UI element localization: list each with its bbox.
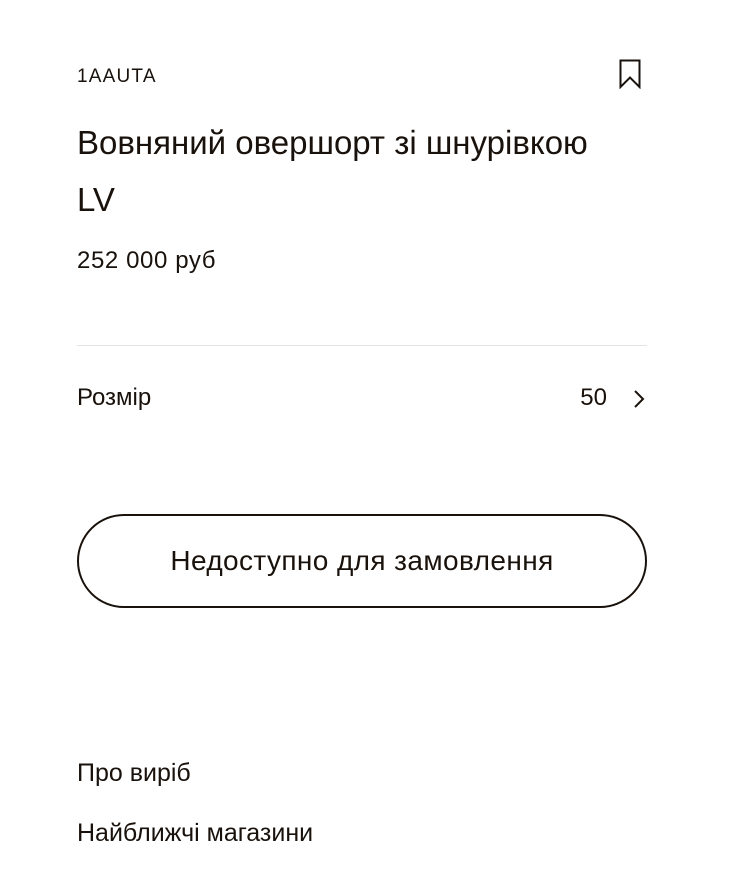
- size-label: Розмір: [77, 384, 152, 411]
- product-title: Вовняний овершорт зі шнурівкою LV: [77, 124, 588, 218]
- chevron-right-icon: [634, 390, 645, 408]
- about-product-link[interactable]: Про виріб: [77, 759, 191, 788]
- unavailable-order-button[interactable]: Недоступно для замовлення: [77, 514, 647, 608]
- bookmark-button[interactable]: [618, 59, 642, 90]
- nearest-stores-link[interactable]: Найближчі магазини: [77, 819, 313, 848]
- product-info-panel: 1AAUTA Вовняний овершорт зі шнурівкою LV…: [77, 0, 647, 890]
- product-sku: 1AAUTA: [77, 66, 157, 87]
- size-selector[interactable]: Розмір 50: [77, 372, 647, 426]
- divider: [77, 345, 647, 346]
- bookmark-icon: [619, 59, 641, 90]
- size-value: 50: [580, 384, 607, 411]
- product-price: 252 000 руб: [77, 247, 217, 274]
